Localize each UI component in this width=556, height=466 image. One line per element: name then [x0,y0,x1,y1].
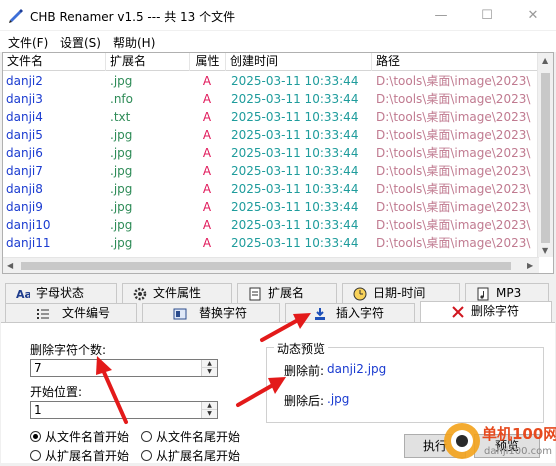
annotation-arrows [96,313,311,424]
svg-text:danji100.com: danji100.com [484,446,552,457]
annotation-arrow-icon [101,368,128,424]
watermark-logo: 单机100网 danji100.com [436,419,556,463]
annotation-arrow-icon [236,383,275,407]
svg-text:单机100网: 单机100网 [482,425,556,443]
annotation-arrow-icon [260,318,300,342]
